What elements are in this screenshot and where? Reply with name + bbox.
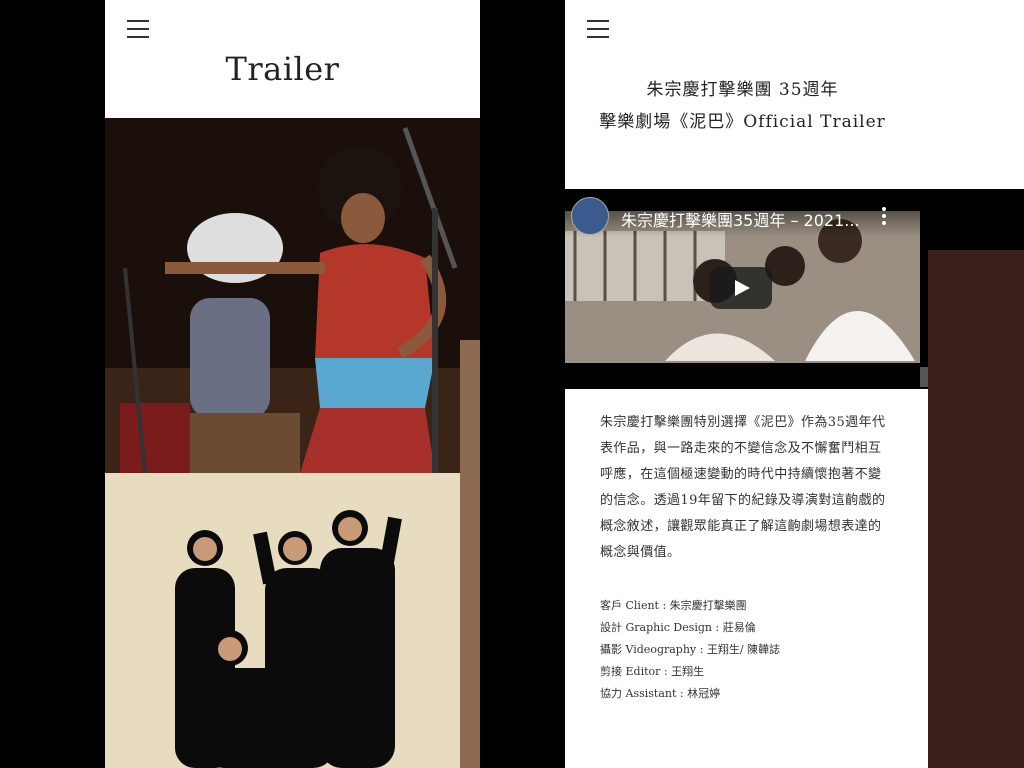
- headline-line-2: 擊樂劇場《泥巴》Official Trailer: [599, 112, 886, 132]
- headline-line-1: 朱宗慶打擊樂團 35週年: [646, 80, 839, 100]
- credit-client: 客戶 Client : 朱宗慶打擊樂團: [600, 599, 747, 612]
- credit-editor: 剪接 Editor : 王翔生: [600, 665, 705, 678]
- hamburger-icon[interactable]: [587, 20, 609, 38]
- headline: 朱宗慶打擊樂團 35週年 擊樂劇場《泥巴》Official Trailer: [565, 74, 920, 138]
- dark-side-panel: [928, 250, 1024, 768]
- group-photo: [105, 473, 480, 768]
- hamburger-icon[interactable]: [127, 20, 149, 38]
- credit-assistant: 協力 Assistant : 林冠婷: [600, 687, 721, 700]
- left-screen: Trailer: [105, 0, 480, 768]
- channel-avatar[interactable]: [571, 197, 609, 235]
- video-title[interactable]: 朱宗慶打擊樂團35週年 – 2021...: [621, 207, 860, 231]
- description: 朱宗慶打擊樂團特別選擇《泥巴》作為35週年代表作品，與一路走來的不變信念及不懈奮…: [600, 415, 886, 560]
- credits-list: 客戶 Client : 朱宗慶打擊樂團 設計 Graphic Design : …: [600, 595, 890, 705]
- video-title-bar: 朱宗慶打擊樂團35週年 – 2021...: [565, 189, 1024, 237]
- brown-edge: [460, 340, 480, 768]
- page-title: Trailer: [225, 50, 340, 88]
- credit-design: 設計 Graphic Design : 莊易倫: [600, 621, 756, 634]
- play-icon[interactable]: [710, 267, 772, 309]
- right-screen: 朱宗慶打擊樂團 35週年 擊樂劇場《泥巴》Official Trailer 朱宗…: [565, 0, 1024, 768]
- kebab-menu-icon[interactable]: [881, 207, 887, 225]
- scrollbar-thumb[interactable]: [920, 367, 928, 387]
- credit-videography: 攝影 Videography : 王翔生/ 陳韡誌: [600, 643, 781, 656]
- performance-photo: [105, 118, 480, 473]
